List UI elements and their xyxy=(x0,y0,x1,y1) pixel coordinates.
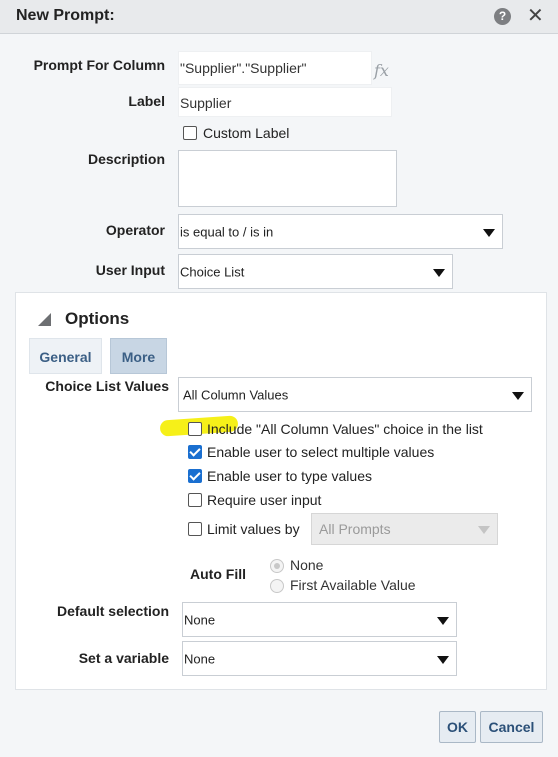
dialog-titlebar: New Prompt: ? ✕ xyxy=(0,0,558,34)
label-input-value: Supplier xyxy=(180,95,232,111)
tab-more-label: More xyxy=(121,349,156,365)
chevron-down-icon xyxy=(437,655,449,664)
operator-label: Operator xyxy=(105,222,165,238)
chevron-down-icon xyxy=(512,391,524,400)
user-input-value: Choice List xyxy=(180,264,245,279)
label-input[interactable]: Supplier xyxy=(178,87,392,117)
choice-list-values-select[interactable]: All Column Values xyxy=(178,377,532,412)
fx-icon[interactable]: fx xyxy=(374,61,389,80)
auto-fill-first-available-radio[interactable] xyxy=(270,579,284,593)
select-multiple-check-box[interactable] xyxy=(188,445,202,459)
prompt-for-column-label: Prompt For Column xyxy=(33,57,165,73)
type-values-text: Enable user to type values xyxy=(207,468,372,484)
chevron-down-icon xyxy=(433,268,445,277)
include-all-values-text: Include "All Column Values" choice in th… xyxy=(207,421,483,437)
options-title: Options xyxy=(65,309,130,328)
chevron-down-icon xyxy=(478,526,490,534)
limit-values-by-value: All Prompts xyxy=(319,521,391,537)
default-selection-label: Default selection xyxy=(56,603,169,619)
custom-label-check-box[interactable] xyxy=(183,126,197,140)
new-prompt-dialog: New Prompt: ? ✕ Prompt For Column "Suppl… xyxy=(0,0,558,757)
operator-select[interactable]: is equal to / is in xyxy=(178,214,503,249)
choice-list-values-label: Choice List Values xyxy=(45,378,169,394)
include-all-values-check-box[interactable] xyxy=(188,422,202,436)
limit-values-text: Limit values by xyxy=(207,521,300,537)
collapse-triangle-icon[interactable] xyxy=(38,313,51,326)
description-label: Description xyxy=(87,151,165,167)
set-variable-select[interactable]: None xyxy=(182,641,457,676)
set-variable-value: None xyxy=(184,651,216,666)
limit-values-by-select[interactable]: All Prompts xyxy=(311,513,498,545)
label-label: Label xyxy=(128,93,165,109)
auto-fill-label: Auto Fill xyxy=(190,566,246,582)
default-selection-select[interactable]: None xyxy=(182,602,457,637)
ok-button[interactable]: OK xyxy=(439,711,476,743)
dialog-title: New Prompt: xyxy=(16,7,115,24)
operator-value: is equal to / is in xyxy=(180,224,274,239)
type-values-check-box[interactable] xyxy=(188,469,202,483)
user-input-select[interactable]: Choice List xyxy=(178,254,453,289)
user-input-label: User Input xyxy=(95,262,165,278)
description-textarea[interactable] xyxy=(178,150,397,207)
tab-general-label: General xyxy=(39,349,92,365)
cancel-button[interactable]: Cancel xyxy=(480,711,543,743)
chevron-down-icon xyxy=(437,616,449,625)
require-input-text: Require user input xyxy=(207,492,322,508)
choice-list-values-value: All Column Values xyxy=(183,387,289,402)
auto-fill-none-radio[interactable] xyxy=(270,559,284,573)
default-selection-value: None xyxy=(184,612,216,627)
auto-fill-first-available-text: First Available Value xyxy=(290,577,416,593)
set-variable-label: Set a variable xyxy=(78,650,169,666)
select-multiple-text: Enable user to select multiple values xyxy=(207,444,435,460)
limit-values-check-box[interactable] xyxy=(188,522,202,536)
close-icon[interactable]: ✕ xyxy=(527,4,544,28)
question-circle-icon[interactable]: ? xyxy=(494,8,511,25)
auto-fill-none-text: None xyxy=(290,557,324,573)
require-input-check-box[interactable] xyxy=(188,493,202,507)
tab-general[interactable]: General xyxy=(29,338,102,374)
prompt-for-column-value: "Supplier"."Supplier" xyxy=(180,60,307,76)
tab-more[interactable]: More xyxy=(110,338,167,374)
prompt-for-column-field: "Supplier"."Supplier" xyxy=(178,51,372,85)
chevron-down-icon xyxy=(483,228,495,237)
custom-label-text: Custom Label xyxy=(203,125,290,141)
